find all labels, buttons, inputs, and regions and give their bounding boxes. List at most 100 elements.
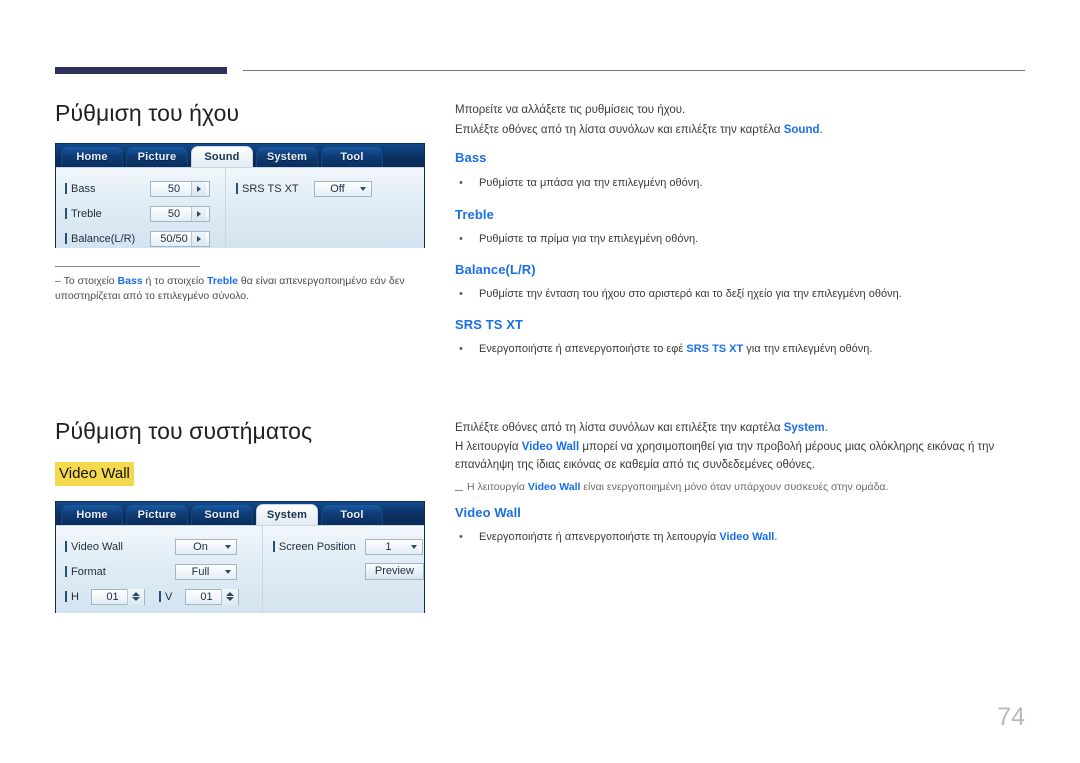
page-number: 74: [997, 703, 1025, 731]
sound-description-column: Μπορείτε να αλλάξετε τις ρυθμίσεις του ή…: [455, 100, 1030, 140]
inline-link-sound: Sound: [783, 124, 820, 136]
spinner-updown-icon[interactable]: [127, 588, 144, 605]
tab-sound[interactable]: Sound: [191, 504, 253, 525]
tab-home[interactable]: Home: [61, 146, 123, 167]
sound-right-column: SRS TS XT Off: [226, 168, 424, 248]
section-title-system: Ρύθμιση του συστήματος: [55, 418, 313, 444]
row-bass: Bass 50: [65, 176, 225, 201]
heading-srs-ts-xt: SRS TS XT: [455, 317, 524, 332]
label-bass: Bass: [65, 183, 150, 195]
footnote-link-treble: Treble: [207, 275, 238, 287]
field-balance[interactable]: 50/50: [150, 230, 210, 247]
bullet-tick-icon: [159, 591, 161, 602]
system-left-column: Video Wall On Format Full H 01 V 01: [56, 526, 263, 613]
tab-picture[interactable]: Picture: [126, 504, 188, 525]
label-treble: Treble: [65, 208, 150, 220]
stepper-h[interactable]: 01: [91, 588, 145, 605]
bullet-tick-icon: [65, 208, 67, 219]
bullet-bass: • Ρυθμίστε τα μπάσα για την επιλεγμένη ο…: [455, 175, 1030, 192]
device-panel-system: Video Wall On Format Full H 01 V 01 Scre…: [56, 525, 424, 613]
dropdown-srs-ts-xt[interactable]: Off: [314, 180, 372, 197]
stepper-v[interactable]: 01: [185, 588, 239, 605]
chevron-down-icon[interactable]: [354, 187, 366, 191]
dropdown-format[interactable]: Full: [175, 563, 237, 580]
tab-picture[interactable]: Picture: [126, 146, 188, 167]
header-rule-line: [243, 70, 1025, 71]
chevron-down-icon[interactable]: [405, 545, 417, 549]
bullet-tick-icon: [65, 566, 67, 577]
bullet-treble: • Ρυθμίστε τα πρίμα για την επιλεγμένη ο…: [455, 231, 1030, 248]
label-screen-position: Screen Position: [272, 541, 365, 553]
inline-link-video-wall: Video Wall: [521, 441, 580, 453]
sound-intro-line-2: Επιλέξτε οθόνες από τη λίστα συνόλων και…: [455, 124, 823, 136]
note-dash-icon: [455, 479, 467, 495]
row-srs: SRS TS XT Off: [236, 176, 424, 201]
label-format: Format: [65, 566, 175, 578]
sound-left-column: Bass 50 Treble 50 Balance(L/R) 50/50: [56, 168, 226, 248]
bullet-tick-icon: [272, 541, 275, 552]
bullet-dot-icon: •: [459, 233, 463, 245]
row-preview: Preview: [273, 559, 424, 584]
bullet-dot-icon: •: [459, 531, 463, 543]
tab-sound[interactable]: Sound: [191, 146, 253, 167]
system-intro-line-2: Η λειτουργία Video Wall μπορεί να χρησιμ…: [455, 441, 995, 471]
tab-system[interactable]: System: [256, 146, 318, 167]
label-srs-ts-xt: SRS TS XT: [236, 183, 314, 195]
section-title-sound: Ρύθμιση του ήχου: [55, 100, 240, 126]
device-ui-system: Home Picture Sound System Tool Video Wal…: [55, 501, 425, 613]
bullet-video-wall: • Ενεργοποιήστε ή απενεργοποιήστε τη λει…: [455, 529, 1030, 546]
highlight-label-video-wall: Video Wall: [55, 462, 134, 486]
tab-tool[interactable]: Tool: [321, 146, 383, 167]
row-h-v: H 01 V 01: [65, 584, 262, 609]
system-intro-line-1: Επιλέξτε οθόνες από τη λίστα συνόλων και…: [455, 422, 828, 434]
bullet-tick-icon: [65, 233, 67, 244]
manual-page: Ρύθμιση του ήχου Home Picture Sound Syst…: [0, 0, 1080, 763]
heading-bass: Bass: [455, 150, 487, 165]
header-accent-bar: [55, 67, 227, 74]
row-format: Format Full: [65, 559, 262, 584]
bullet-srs-ts-xt: • Ενεργοποιήστε ή απενεργοποιήστε το εφέ…: [455, 341, 1030, 358]
chevron-down-icon[interactable]: [219, 570, 231, 574]
label-video-wall: Video Wall: [65, 541, 175, 553]
spinner-updown-icon[interactable]: [221, 588, 238, 605]
row-screen-position: Screen Position 1: [272, 534, 424, 559]
device-tabbar-system: Home Picture Sound System Tool: [56, 502, 424, 525]
arrow-right-icon[interactable]: [191, 231, 206, 246]
tab-system[interactable]: System: [256, 504, 318, 525]
field-treble[interactable]: 50: [150, 205, 210, 222]
arrow-right-icon[interactable]: [191, 181, 206, 196]
bullet-dot-icon: •: [459, 177, 463, 189]
dropdown-screen-position[interactable]: 1: [364, 538, 423, 555]
row-balance: Balance(L/R) 50/50: [65, 226, 225, 251]
heading-video-wall: Video Wall: [455, 505, 522, 520]
tab-tool[interactable]: Tool: [321, 504, 383, 525]
row-video-wall: Video Wall On: [65, 534, 262, 559]
tab-home[interactable]: Home: [61, 504, 123, 525]
bullet-tick-icon: [65, 183, 67, 194]
footnote-link-bass: Bass: [117, 275, 143, 287]
system-description-column: Επιλέξτε οθόνες από τη λίστα συνόλων και…: [455, 418, 1030, 495]
label-h: H: [65, 591, 91, 603]
dropdown-video-wall[interactable]: On: [175, 538, 237, 555]
system-note: Η λειτουργία Video Wall είναι ενεργοποιη…: [455, 479, 1030, 495]
inline-link-system: System: [783, 422, 825, 434]
row-treble: Treble 50: [65, 201, 225, 226]
bullet-tick-icon: [236, 183, 238, 194]
chevron-down-icon[interactable]: [219, 545, 231, 549]
preview-button[interactable]: Preview: [364, 563, 424, 580]
device-panel-sound: Bass 50 Treble 50 Balance(L/R) 50/50 SRS…: [56, 167, 424, 248]
inline-link-video-wall: Video Wall: [527, 481, 581, 493]
bullet-tick-icon: [65, 591, 67, 602]
footnote-rule: [55, 266, 200, 267]
system-right-column: Screen Position 1 Preview: [263, 526, 424, 613]
arrow-right-icon[interactable]: [191, 206, 206, 221]
sound-intro-line-1: Μπορείτε να αλλάξετε τις ρυθμίσεις του ή…: [455, 104, 686, 116]
field-bass[interactable]: 50: [150, 180, 210, 197]
footnote-sound: – Το στοιχείο Bass ή το στοιχείο Treble …: [55, 275, 405, 302]
device-ui-sound: Home Picture Sound System Tool Bass 50 T…: [55, 143, 425, 248]
bullet-tick-icon: [65, 541, 67, 552]
bullet-dot-icon: •: [459, 343, 463, 355]
label-v: V: [159, 591, 185, 603]
bullet-dot-icon: •: [459, 288, 463, 300]
footnote-dash: –: [55, 275, 61, 287]
